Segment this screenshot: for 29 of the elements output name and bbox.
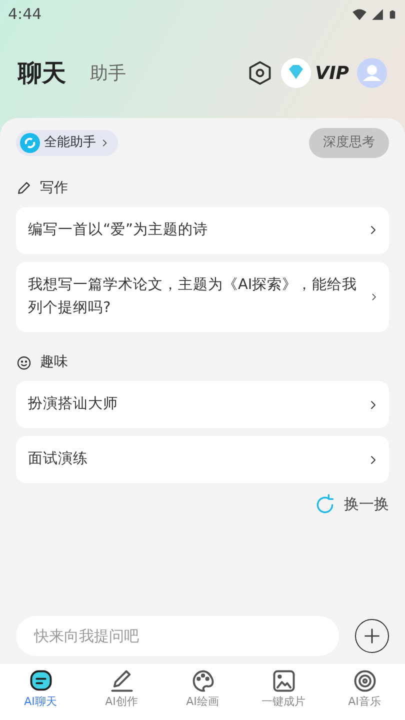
swap-icon [20, 132, 40, 153]
prompt-card[interactable]: 我想写一篇学术论文，主题为《AI探索》，能给我列个提纲吗? [16, 262, 389, 332]
signal-icon [371, 8, 384, 20]
nav-tab[interactable]: AI绘画 [162, 664, 243, 720]
section-title: 写作 [40, 178, 68, 198]
prompt-card[interactable]: 面试演练 [16, 436, 389, 484]
smiley-icon [16, 354, 32, 371]
prompt-card[interactable]: 扮演搭讪大师 [16, 381, 389, 428]
vip-label[interactable]: VIP [315, 60, 349, 86]
refresh-icon [314, 494, 336, 516]
nav-tab[interactable]: AI聊天 [0, 664, 81, 720]
plus-icon [363, 627, 381, 645]
section-title: 趣味 [40, 353, 68, 372]
refresh-button[interactable]: 换一换 [314, 493, 389, 516]
nav-tab[interactable]: AI创作 [81, 664, 162, 720]
pencil-icon [16, 180, 32, 196]
header-tab[interactable]: 助手 [90, 60, 126, 86]
settings-icon[interactable] [247, 60, 274, 86]
nav-tab[interactable]: 一键成片 [243, 664, 324, 720]
prompt-card[interactable]: 编写一首以“爱”为主题的诗 [16, 206, 389, 254]
wifi-icon [352, 6, 367, 22]
status-time: 4:44 [8, 4, 42, 25]
disc-icon [352, 668, 378, 694]
nav-tab[interactable]: AI音乐 [324, 664, 405, 720]
image-icon [270, 668, 296, 694]
header-tab[interactable]: 聊天 [18, 55, 66, 91]
assistant-chip[interactable]: 全能助手 [16, 130, 118, 156]
pencil-icon [108, 668, 134, 694]
add-button[interactable] [355, 619, 389, 653]
